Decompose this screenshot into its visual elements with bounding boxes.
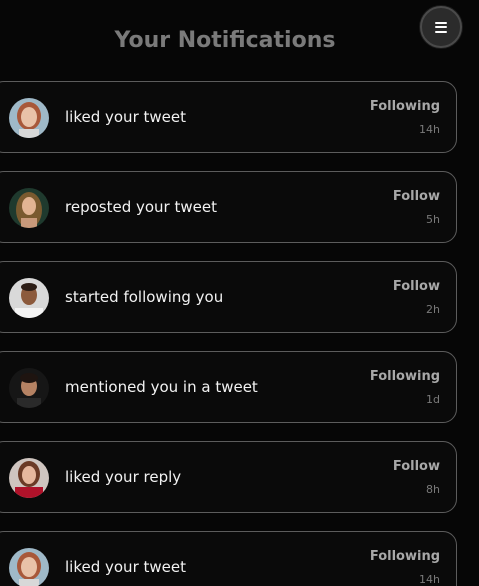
- follow-button[interactable]: Following: [370, 99, 440, 114]
- notification-time: 1d: [426, 393, 440, 406]
- notification-time: 14h: [419, 123, 440, 136]
- follow-button[interactable]: Following: [370, 549, 440, 564]
- notification-text: reposted your tweet: [65, 198, 217, 216]
- avatar[interactable]: [9, 458, 49, 498]
- follow-button[interactable]: Follow: [393, 279, 440, 294]
- notification-card[interactable]: liked your tweet Following 14h: [0, 531, 457, 586]
- notification-time: 2h: [426, 303, 440, 316]
- page-title: Your Notifications: [114, 28, 336, 53]
- notification-card[interactable]: liked your reply Follow 8h: [0, 441, 457, 513]
- follow-button[interactable]: Follow: [393, 189, 440, 204]
- follow-button[interactable]: Follow: [393, 459, 440, 474]
- notification-time: 8h: [426, 483, 440, 496]
- notification-text: started following you: [65, 288, 224, 306]
- avatar[interactable]: [9, 98, 49, 138]
- notification-text: liked your reply: [65, 468, 182, 486]
- notification-card[interactable]: started following you Follow 2h: [0, 261, 457, 333]
- notification-text: liked your tweet: [65, 108, 186, 126]
- avatar[interactable]: [9, 368, 49, 408]
- avatar[interactable]: [9, 278, 49, 318]
- notification-text: mentioned you in a tweet: [65, 378, 258, 396]
- notification-card[interactable]: reposted your tweet Follow 5h: [0, 171, 457, 243]
- avatar[interactable]: [9, 188, 49, 228]
- avatar[interactable]: [9, 548, 49, 586]
- notification-card[interactable]: liked your tweet Following 14h: [0, 81, 457, 153]
- notification-text: liked your tweet: [65, 558, 186, 576]
- notification-time: 5h: [426, 213, 440, 226]
- notification-time: 14h: [419, 573, 440, 586]
- notifications-page: Your Notifications liked your tweet Foll…: [0, 0, 479, 586]
- notification-card[interactable]: mentioned you in a tweet Following 1d: [0, 351, 457, 423]
- follow-button[interactable]: Following: [370, 369, 440, 384]
